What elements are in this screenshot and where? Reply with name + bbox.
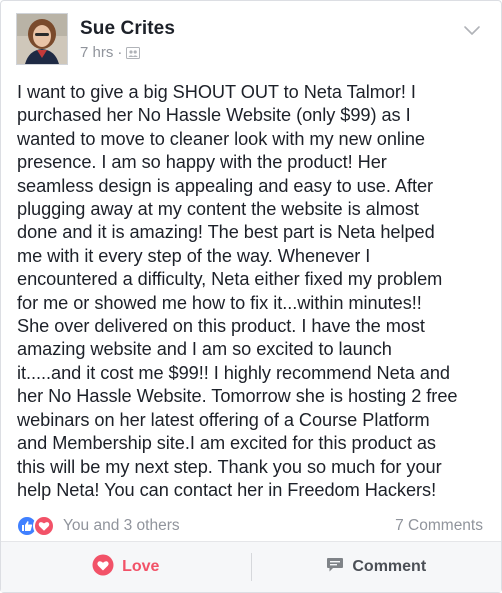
- reactions-summary[interactable]: You and 3 others: [16, 515, 180, 537]
- post-actions: Love Comment: [1, 541, 501, 592]
- facebook-post: Sue Crites 7 hrs · I want to give a big …: [0, 0, 502, 593]
- comment-button[interactable]: Comment: [252, 542, 502, 592]
- heart-icon: [92, 554, 114, 581]
- chevron-down-icon[interactable]: [463, 21, 481, 39]
- reactions-row: You and 3 others 7 Comments: [16, 513, 483, 539]
- friends-icon: [126, 46, 141, 60]
- author-name[interactable]: Sue Crites: [80, 18, 175, 40]
- love-label: Love: [122, 558, 160, 575]
- love-button[interactable]: Love: [1, 542, 251, 592]
- post-time[interactable]: 7 hrs: [80, 44, 113, 61]
- post-header: Sue Crites 7 hrs ·: [1, 1, 501, 65]
- reactors-text: You and 3 others: [63, 517, 180, 534]
- comment-label: Comment: [352, 558, 427, 575]
- avatar[interactable]: [16, 13, 68, 65]
- reaction-icons: [16, 515, 55, 537]
- comments-count[interactable]: 7 Comments: [395, 517, 483, 535]
- avatar-image: [17, 14, 67, 64]
- love-reaction-icon: [33, 515, 55, 537]
- meta-separator: ·: [117, 44, 123, 61]
- post-meta: 7 hrs ·: [80, 44, 141, 61]
- post-body-text: I want to give a big SHOUT OUT to Neta T…: [17, 82, 458, 500]
- comment-icon: [326, 556, 344, 579]
